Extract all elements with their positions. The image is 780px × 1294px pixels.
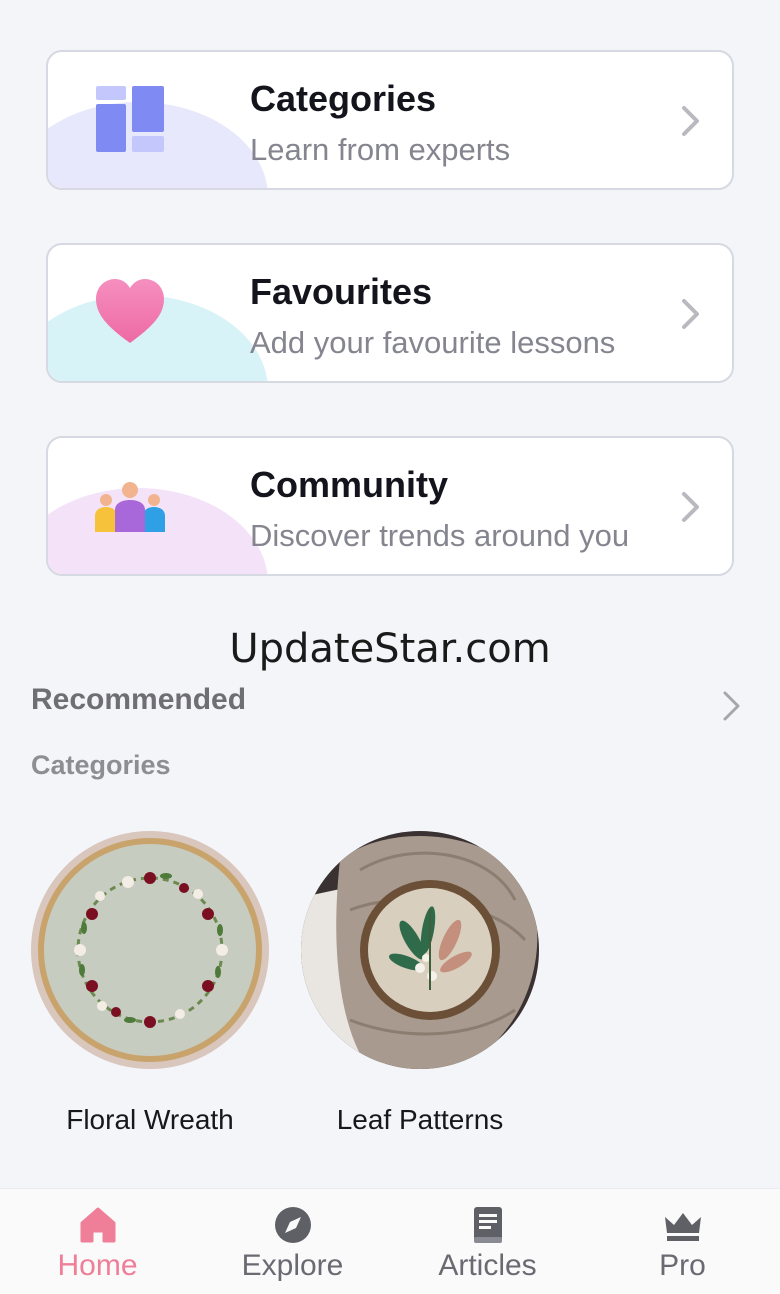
heart-icon xyxy=(96,279,164,343)
compass-icon xyxy=(275,1207,311,1243)
card-subtitle: Discover trends around you xyxy=(250,518,630,553)
crown-icon xyxy=(665,1213,701,1241)
tab-home[interactable]: Home xyxy=(0,1189,195,1294)
tab-label: Pro xyxy=(659,1249,706,1282)
card-title: Community xyxy=(250,464,448,505)
card-subtitle: Add your favourite lessons xyxy=(250,325,616,360)
home-icon xyxy=(80,1207,116,1243)
chevron-right-icon xyxy=(682,492,699,522)
tab-label: Home xyxy=(57,1249,138,1282)
section-subtitle: Categories xyxy=(31,750,171,780)
card-title: Favourites xyxy=(250,271,433,312)
tab-explore[interactable]: Explore xyxy=(195,1189,390,1294)
card-title: Categories xyxy=(250,78,437,119)
category-label: Floral Wreath xyxy=(66,1104,234,1135)
tab-articles[interactable]: Articles xyxy=(390,1189,585,1294)
chevron-right-icon xyxy=(682,106,699,136)
bottom-tab-bar: Home Explore Articles Pro xyxy=(0,1188,780,1294)
tab-label: Articles xyxy=(438,1249,537,1282)
community-card[interactable]: Community Discover trends around you xyxy=(46,436,734,576)
leaf-patterns-image xyxy=(301,831,539,1069)
book-icon xyxy=(474,1207,502,1243)
category-thumbnail-leaf-patterns[interactable] xyxy=(300,830,540,1070)
category-thumbnail-floral-wreath[interactable] xyxy=(30,830,270,1070)
tab-pro[interactable]: Pro xyxy=(585,1189,780,1294)
grid-icon xyxy=(96,86,164,152)
floral-wreath-image xyxy=(31,831,269,1069)
card-subtitle: Learn from experts xyxy=(250,132,511,167)
chevron-right-icon[interactable] xyxy=(722,690,742,722)
watermark: UpdateStar.com xyxy=(229,626,551,672)
category-label: Leaf Patterns xyxy=(336,1104,504,1135)
favourites-card[interactable]: Favourites Add your favourite lessons xyxy=(46,243,734,383)
section-title-recommended: Recommended xyxy=(31,683,247,716)
people-icon xyxy=(95,482,165,532)
tab-label: Explore xyxy=(241,1249,344,1282)
categories-card[interactable]: Categories Learn from experts xyxy=(46,50,734,190)
chevron-right-icon xyxy=(682,299,699,329)
